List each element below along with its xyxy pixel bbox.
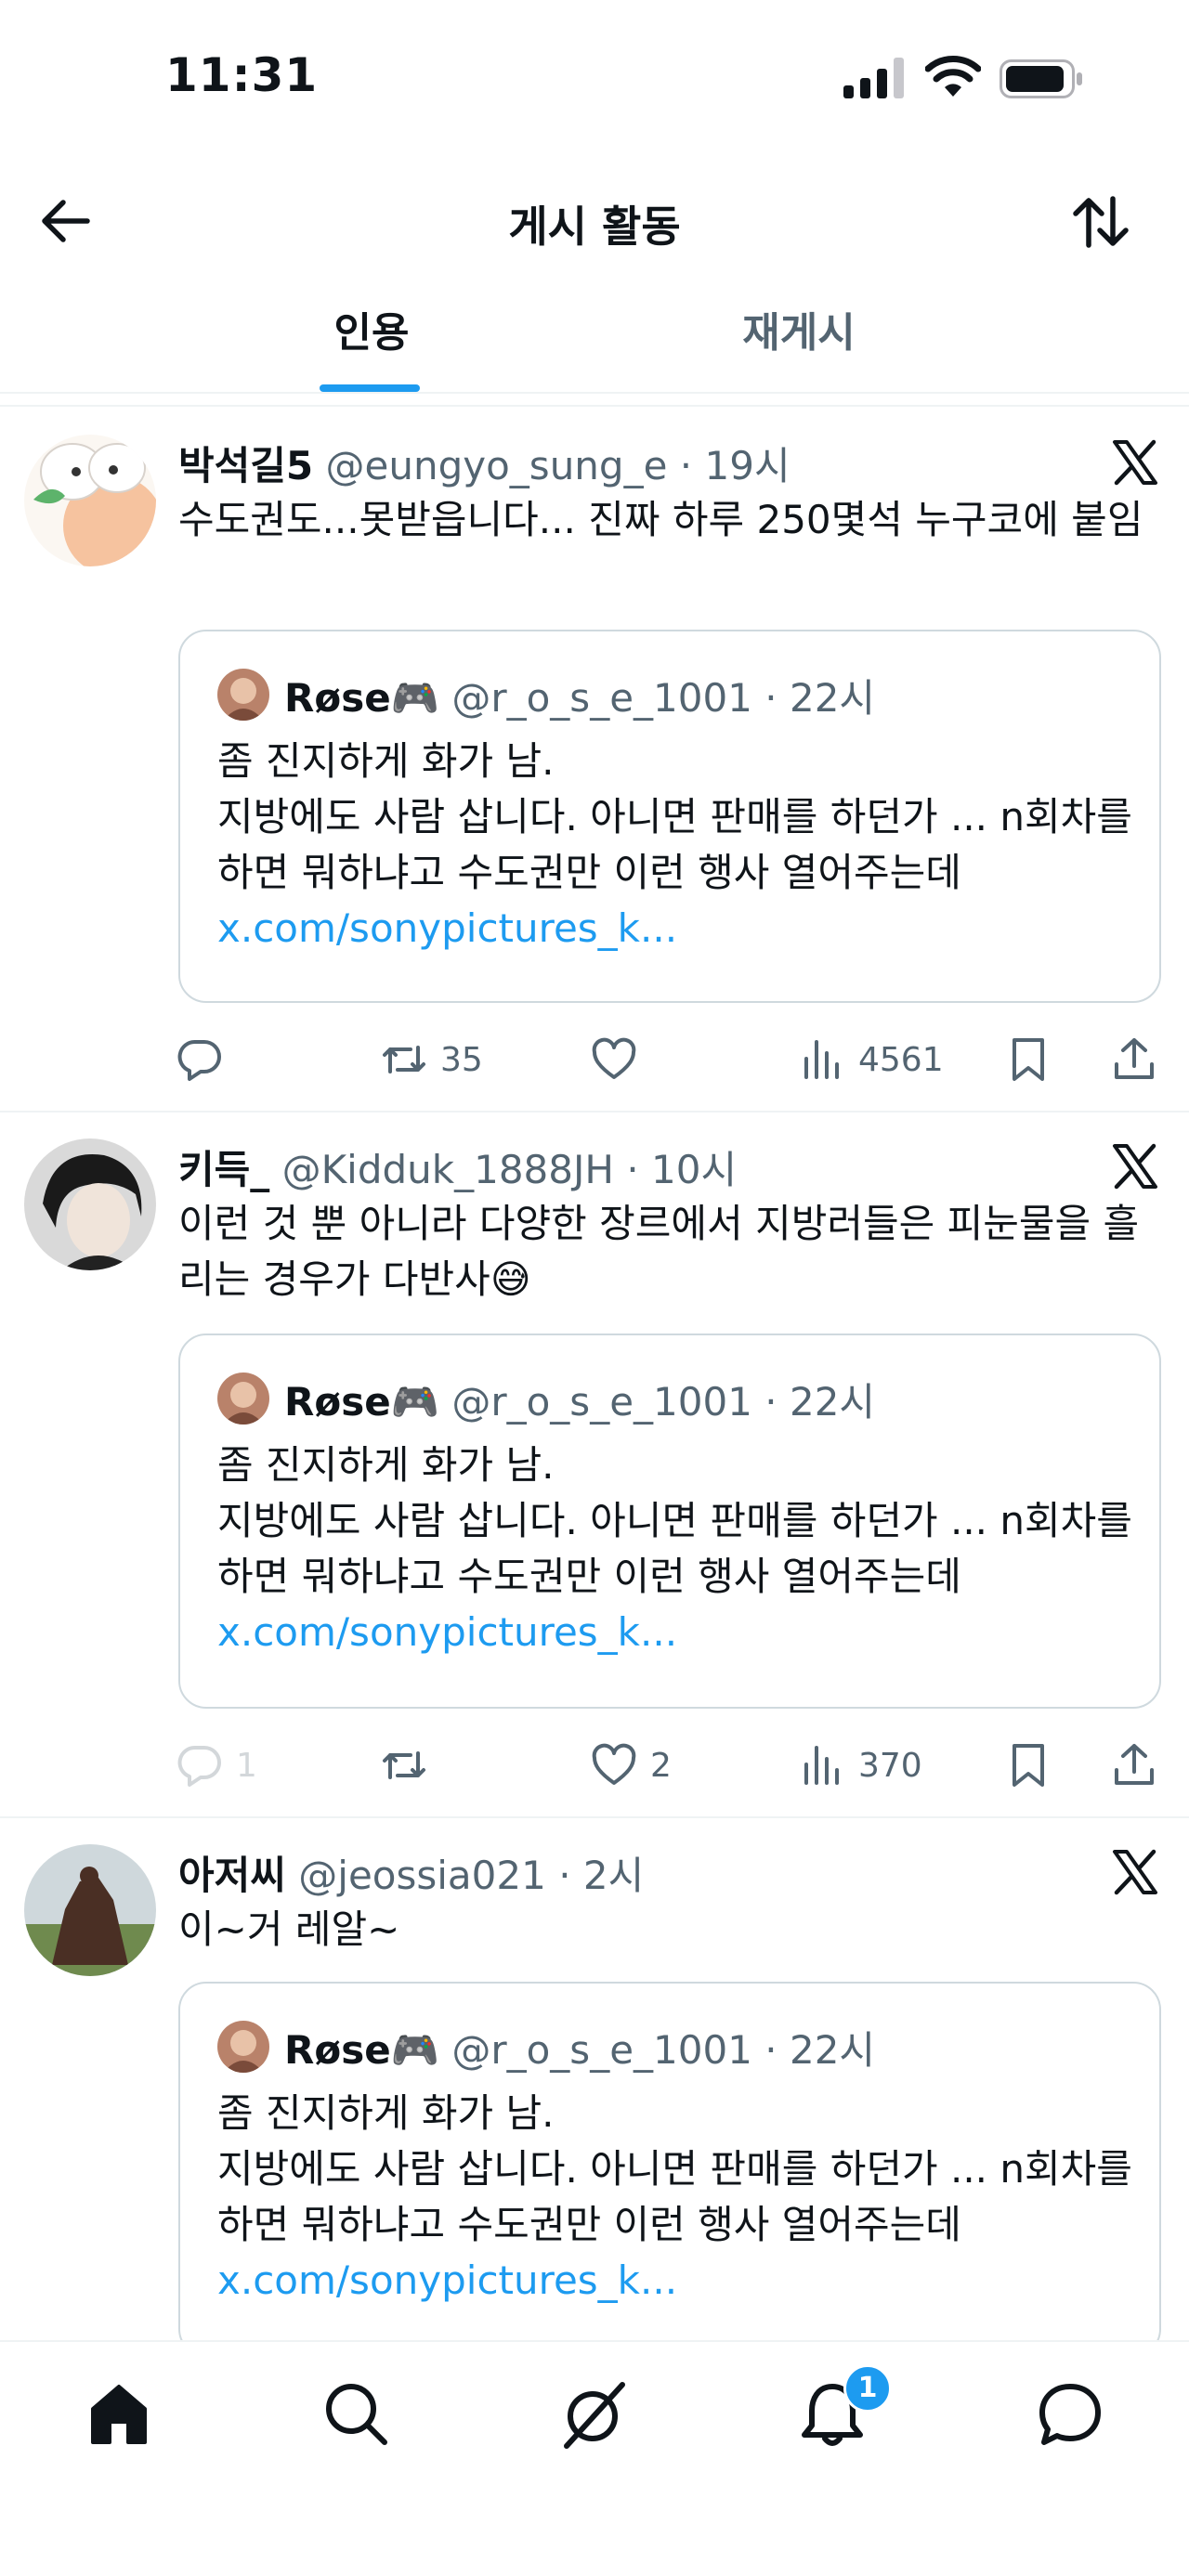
tab-reposts[interactable]: 재게시: [706, 299, 892, 358]
views-button[interactable]: 4561: [799, 1027, 944, 1092]
quoted-header: Røse🎮 @r_o_s_e_1001 · 22시: [284, 667, 875, 723]
quoted-text: 좀 진지하게 화가 남. 지방에도 사람 삽니다. 아니면 판매를 하던가 ..…: [217, 1442, 1132, 1599]
reply-button[interactable]: [176, 1027, 236, 1092]
messages-icon[interactable]: [1033, 2377, 1107, 2452]
quoted-avatar: [217, 2021, 269, 2073]
bookmark-button[interactable]: [1005, 1027, 1052, 1092]
repost-icon: [383, 1751, 425, 1779]
author-name[interactable]: 아저씨: [178, 1853, 286, 1898]
reply-icon: [177, 1745, 221, 1787]
quoted-avatar: [217, 1373, 269, 1425]
quoted-header: Røse🎮 @r_o_s_e_1001 · 22시: [284, 1371, 875, 1427]
author-handle[interactable]: @jeossia021: [298, 1853, 546, 1898]
quoted-author-handle: @r_o_s_e_1001: [451, 1379, 752, 1425]
heart-icon: [592, 1743, 636, 1785]
battery-icon: [1000, 59, 1082, 98]
quoted-post-time: · 22시: [764, 2027, 876, 2073]
share-icon: [1115, 1744, 1154, 1785]
search-icon[interactable]: [320, 2377, 394, 2452]
divider: [0, 405, 1189, 407]
post-time: · 2시: [558, 1853, 645, 1898]
page-title: 게시 활동: [508, 202, 681, 252]
views-icon: [804, 1746, 839, 1785]
author-name[interactable]: 박석길5: [178, 443, 313, 488]
quoted-avatar: [217, 669, 269, 721]
post-header: 아저씨 @jeossia021 · 2시: [178, 1844, 644, 1900]
quoted-author-handle: @r_o_s_e_1001: [451, 2027, 752, 2073]
share-button[interactable]: [1111, 1027, 1157, 1092]
repost-button[interactable]: [381, 1733, 440, 1798]
post-header: 박석길5 @eungyo_sung_e · 19시: [178, 435, 790, 490]
quoted-link[interactable]: x.com/sonypictures_k...: [217, 2253, 1146, 2309]
quoted-text-block: 좀 진지하게 화가 남. 지방에도 사람 삽니다. 아니면 판매를 하던가 ..…: [217, 1438, 1146, 1660]
post-actions: 35 4561: [0, 1027, 1189, 1092]
post-text: 수도권도...못받읍니다... 진짜 하루 250몇석 누구코에 붙임: [178, 497, 1143, 542]
bookmark-button[interactable]: [1005, 1733, 1052, 1798]
like-button[interactable]: 2: [591, 1733, 672, 1798]
post-time: · 19시: [679, 443, 790, 488]
quoted-text-block: 좀 진지하게 화가 남. 지방에도 사람 삽니다. 아니면 판매를 하던가 ..…: [217, 2086, 1146, 2309]
tab-quotes[interactable]: 인용: [279, 299, 464, 358]
active-tab-indicator: [320, 384, 420, 392]
quoted-post-card[interactable]: Røse🎮 @r_o_s_e_1001 · 22시 좀 진지하게 화가 남. 지…: [178, 1982, 1161, 2357]
avatar[interactable]: [24, 435, 156, 566]
post-time: · 10시: [626, 1147, 738, 1192]
bookmark-icon: [1013, 1038, 1044, 1081]
like-button[interactable]: [591, 1027, 650, 1092]
quoted-author-handle: @r_o_s_e_1001: [451, 675, 752, 721]
grok-icon[interactable]: [557, 2377, 632, 2452]
views-icon: [804, 1040, 839, 1079]
avatar[interactable]: [24, 1844, 156, 1976]
x-logo-icon: [1113, 1849, 1157, 1895]
x-logo-icon: [1113, 1143, 1157, 1190]
quoted-post-card[interactable]: Røse🎮 @r_o_s_e_1001 · 22시 좀 진지하게 화가 남. 지…: [178, 1334, 1161, 1709]
quoted-text: 좀 진지하게 화가 남. 지방에도 사람 삽니다. 아니면 판매를 하던가 ..…: [217, 2090, 1132, 2247]
view-count: 4561: [858, 1040, 944, 1079]
reply-button[interactable]: 1: [176, 1733, 257, 1798]
quoted-post-card[interactable]: Røse🎮 @r_o_s_e_1001 · 22시 좀 진지하게 화가 남. 지…: [178, 630, 1161, 1003]
view-count: 370: [858, 1746, 922, 1785]
notification-badge: 1: [843, 2364, 892, 2413]
repost-icon: [383, 1046, 425, 1073]
divider: [0, 392, 1189, 394]
x-logo-icon: [1113, 439, 1157, 486]
author-name[interactable]: 키득_: [178, 1147, 269, 1192]
wifi-icon: [925, 56, 981, 97]
divider: [0, 2340, 1189, 2342]
quoted-link[interactable]: x.com/sonypictures_k...: [217, 901, 1146, 956]
share-icon: [1115, 1038, 1154, 1079]
share-button[interactable]: [1111, 1733, 1157, 1798]
quoted-post-time: · 22시: [764, 675, 876, 721]
reply-count: 1: [236, 1746, 257, 1785]
repost-button[interactable]: 35: [381, 1027, 483, 1092]
author-handle[interactable]: @eungyo_sung_e: [326, 443, 668, 488]
post-separator: [0, 1816, 1189, 1818]
status-time: 11:31: [165, 48, 319, 102]
reply-icon: [177, 1039, 221, 1081]
signal-icon: [843, 58, 904, 98]
quoted-author-name: Røse🎮: [284, 2027, 439, 2073]
repost-count: 35: [440, 1040, 483, 1079]
like-count: 2: [650, 1746, 672, 1785]
post-text: 이런 것 뿐 아니라 다양한 장르에서 지방러들은 피눈물을 흘리는 경우가 다…: [178, 1201, 1140, 1302]
post-text: 이~거 레알~: [178, 1906, 400, 1952]
author-handle[interactable]: @Kidduk_1888JH: [282, 1147, 614, 1192]
quoted-post-time: · 22시: [764, 1379, 876, 1425]
bookmark-icon: [1013, 1744, 1044, 1787]
post-separator: [0, 1111, 1189, 1112]
quoted-author-name: Røse🎮: [284, 1379, 439, 1425]
quoted-author-name: Røse🎮: [284, 675, 439, 721]
quoted-text: 좀 진지하게 화가 남. 지방에도 사람 삽니다. 아니면 판매를 하던가 ..…: [217, 738, 1132, 895]
post-actions: 1 2 370: [0, 1733, 1189, 1798]
quoted-link[interactable]: x.com/sonypictures_k...: [217, 1605, 1146, 1660]
sort-icon[interactable]: [1068, 189, 1133, 254]
post-header: 키득_ @Kidduk_1888JH · 10시: [178, 1138, 737, 1194]
home-icon[interactable]: [82, 2377, 156, 2452]
quoted-header: Røse🎮 @r_o_s_e_1001 · 22시: [284, 2019, 875, 2075]
views-button[interactable]: 370: [799, 1733, 922, 1798]
heart-icon: [592, 1037, 636, 1079]
quoted-text-block: 좀 진지하게 화가 남. 지방에도 사람 삽니다. 아니면 판매를 하던가 ..…: [217, 734, 1146, 956]
avatar[interactable]: [24, 1138, 156, 1270]
